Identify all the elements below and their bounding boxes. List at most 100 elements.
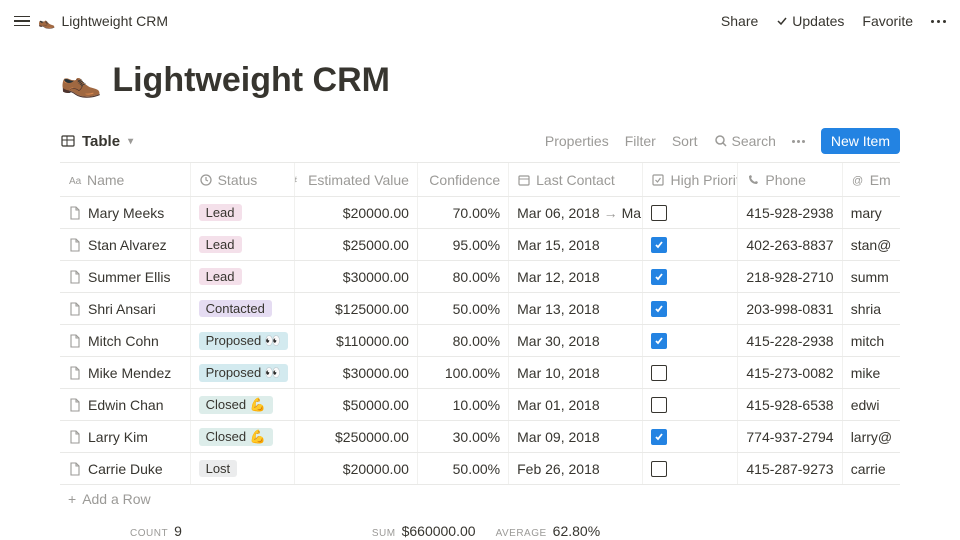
table-row[interactable]: Larry KimClosed 💪$250000.0030.00%Mar 09,… bbox=[60, 421, 900, 453]
table-row[interactable]: Mike MendezProposed 👀$30000.00100.00%Mar… bbox=[60, 357, 900, 389]
row-name: Summer Ellis bbox=[88, 269, 170, 285]
page-icon bbox=[68, 302, 82, 316]
col-name[interactable]: AaName bbox=[60, 163, 191, 196]
row-name: Mike Mendez bbox=[88, 365, 171, 381]
filter-button[interactable]: Filter bbox=[625, 133, 656, 149]
priority-checkbox[interactable] bbox=[651, 237, 667, 253]
row-email: mary bbox=[843, 197, 900, 228]
status-badge: Lead bbox=[199, 268, 242, 285]
row-est: $50000.00 bbox=[295, 389, 418, 420]
more-icon[interactable] bbox=[931, 20, 946, 23]
page-icon bbox=[68, 462, 82, 476]
status-badge: Lead bbox=[199, 236, 242, 253]
row-name: Carrie Duke bbox=[88, 461, 163, 477]
col-confidence[interactable]: #Confidence bbox=[418, 163, 509, 196]
table-row[interactable]: Shri AnsariContacted$125000.0050.00%Mar … bbox=[60, 293, 900, 325]
chevron-down-icon: ▾ bbox=[128, 136, 133, 147]
row-phone: 415-928-6538 bbox=[738, 389, 842, 420]
row-contact: Mar 30, 2018 bbox=[509, 325, 643, 356]
row-contact: Feb 26, 2018 bbox=[509, 453, 643, 484]
row-est: $110000.00 bbox=[295, 325, 418, 356]
sort-button[interactable]: Sort bbox=[672, 133, 698, 149]
favorite-button[interactable]: Favorite bbox=[862, 13, 913, 29]
row-email: larry@ bbox=[843, 421, 900, 452]
row-name: Stan Alvarez bbox=[88, 237, 167, 253]
row-conf: 30.00% bbox=[418, 421, 509, 452]
priority-checkbox[interactable] bbox=[651, 461, 667, 477]
col-high-priority[interactable]: High Priority bbox=[643, 163, 738, 196]
svg-text:#: # bbox=[295, 175, 298, 187]
svg-text:#: # bbox=[418, 175, 419, 187]
search-button[interactable]: Search bbox=[714, 133, 776, 149]
page-icon bbox=[68, 238, 82, 252]
col-last-contact[interactable]: Last Contact bbox=[509, 163, 643, 196]
col-phone[interactable]: Phone bbox=[738, 163, 842, 196]
col-status[interactable]: Status bbox=[191, 163, 295, 196]
status-badge: Lost bbox=[199, 460, 238, 477]
share-button[interactable]: Share bbox=[721, 13, 758, 29]
row-conf: 50.00% bbox=[418, 453, 509, 484]
page-icon bbox=[68, 270, 82, 284]
table-row[interactable]: Mary MeeksLead$20000.0070.00%Mar 06, 201… bbox=[60, 197, 900, 229]
table-row[interactable]: Summer EllisLead$30000.0080.00%Mar 12, 2… bbox=[60, 261, 900, 293]
breadcrumb[interactable]: 👞 Lightweight CRM bbox=[38, 13, 168, 30]
row-conf: 80.00% bbox=[418, 325, 509, 356]
row-phone: 415-287-9273 bbox=[738, 453, 842, 484]
status-badge: Closed 💪 bbox=[199, 396, 273, 414]
shoe-icon: 👞 bbox=[60, 60, 102, 100]
row-email: stan@ bbox=[843, 229, 900, 260]
updates-button[interactable]: Updates bbox=[776, 13, 844, 29]
table-summary: COUNT9 SUM$660000.00 AVERAGE62.80% bbox=[60, 513, 900, 539]
table-row[interactable]: Stan AlvarezLead$25000.0095.00%Mar 15, 2… bbox=[60, 229, 900, 261]
row-conf: 100.00% bbox=[418, 357, 509, 388]
status-badge: Proposed 👀 bbox=[199, 332, 288, 350]
row-phone: 218-928-2710 bbox=[738, 261, 842, 292]
page-icon bbox=[68, 366, 82, 380]
properties-button[interactable]: Properties bbox=[545, 133, 609, 149]
priority-checkbox[interactable] bbox=[651, 205, 667, 221]
row-conf: 10.00% bbox=[418, 389, 509, 420]
number-icon: # bbox=[295, 173, 303, 187]
row-conf: 95.00% bbox=[418, 229, 509, 260]
col-email[interactable]: @Em bbox=[843, 163, 900, 196]
priority-checkbox[interactable] bbox=[651, 397, 667, 413]
row-email: carrie bbox=[843, 453, 900, 484]
priority-checkbox[interactable] bbox=[651, 429, 667, 445]
view-tab-table[interactable]: Table ▾ bbox=[60, 133, 133, 150]
row-name: Shri Ansari bbox=[88, 301, 156, 317]
table-row[interactable]: Edwin ChanClosed 💪$50000.0010.00%Mar 01,… bbox=[60, 389, 900, 421]
row-contact: Mar 13, 2018 bbox=[509, 293, 643, 324]
row-contact: Mar 06, 2018→Mar 0 bbox=[509, 197, 643, 228]
priority-checkbox[interactable] bbox=[651, 333, 667, 349]
page-icon bbox=[68, 398, 82, 412]
table-header: AaName Status #Estimated Value #Confiden… bbox=[60, 163, 900, 197]
row-est: $30000.00 bbox=[295, 357, 418, 388]
priority-checkbox[interactable] bbox=[651, 365, 667, 381]
add-row-button[interactable]: + Add a Row bbox=[60, 485, 900, 513]
row-phone: 415-273-0082 bbox=[738, 357, 842, 388]
row-email: mike bbox=[843, 357, 900, 388]
row-phone: 774-937-2794 bbox=[738, 421, 842, 452]
menu-toggle[interactable] bbox=[14, 13, 30, 29]
row-est: $250000.00 bbox=[295, 421, 418, 452]
row-email: mitch bbox=[843, 325, 900, 356]
table-row[interactable]: Carrie DukeLost$20000.0050.00%Feb 26, 20… bbox=[60, 453, 900, 485]
priority-checkbox[interactable] bbox=[651, 301, 667, 317]
row-conf: 80.00% bbox=[418, 261, 509, 292]
row-est: $25000.00 bbox=[295, 229, 418, 260]
status-badge: Closed 💪 bbox=[199, 428, 273, 446]
search-icon bbox=[714, 134, 728, 148]
row-contact: Mar 12, 2018 bbox=[509, 261, 643, 292]
col-estimated[interactable]: #Estimated Value bbox=[295, 163, 418, 196]
table-icon bbox=[60, 133, 76, 149]
new-item-button[interactable]: New Item bbox=[821, 128, 900, 154]
status-badge: Proposed 👀 bbox=[199, 364, 288, 382]
priority-checkbox[interactable] bbox=[651, 269, 667, 285]
row-phone: 402-263-8837 bbox=[738, 229, 842, 260]
table-row[interactable]: Mitch CohnProposed 👀$110000.0080.00%Mar … bbox=[60, 325, 900, 357]
row-phone: 415-928-2938 bbox=[738, 197, 842, 228]
row-conf: 50.00% bbox=[418, 293, 509, 324]
breadcrumb-label: Lightweight CRM bbox=[61, 13, 168, 29]
view-more-icon[interactable] bbox=[792, 140, 805, 143]
page-title: 👞 Lightweight CRM bbox=[60, 60, 900, 100]
